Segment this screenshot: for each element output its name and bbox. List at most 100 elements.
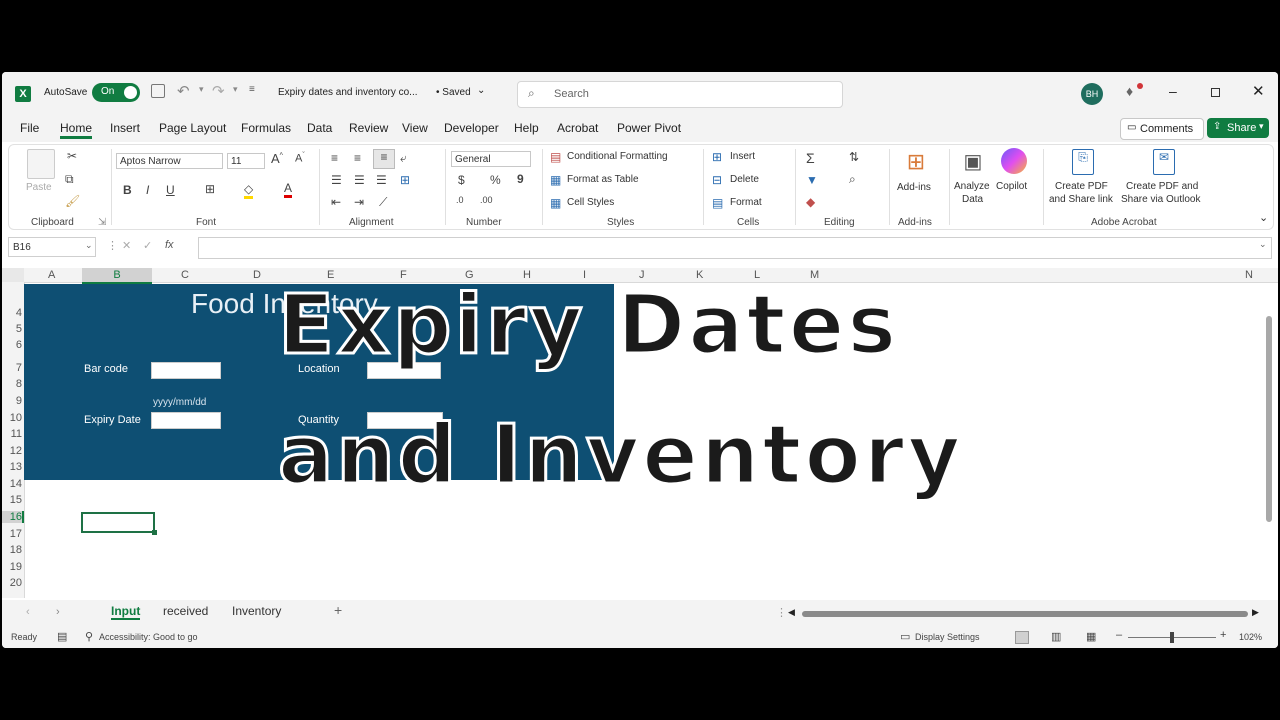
tab-review[interactable]: Review bbox=[349, 121, 388, 135]
insert-cells-icon[interactable]: ⊞ bbox=[712, 150, 722, 164]
tab-developer[interactable]: Developer bbox=[444, 121, 499, 135]
share-button[interactable]: ⇪ Share ▾ bbox=[1207, 118, 1269, 138]
align-middle-icon[interactable]: ≡ bbox=[354, 151, 361, 165]
cell-styles-icon[interactable]: ▦ bbox=[550, 196, 561, 210]
search-box[interactable]: ⌕ Search bbox=[517, 81, 843, 108]
macro-record-icon[interactable]: ▤ bbox=[57, 630, 67, 643]
expiry-date-input[interactable] bbox=[151, 412, 221, 429]
zoom-out-icon[interactable]: – bbox=[1116, 629, 1122, 641]
page-layout-view-icon[interactable]: ▥ bbox=[1051, 630, 1061, 643]
analyze-data-icon[interactable]: ▣ bbox=[960, 149, 986, 175]
create-pdf-share-link-icon[interactable]: ⎘ bbox=[1072, 149, 1094, 175]
percent-icon[interactable]: % bbox=[490, 173, 501, 187]
autosum-icon[interactable]: Σ bbox=[806, 150, 815, 166]
bold-icon[interactable]: B bbox=[123, 183, 132, 197]
page-break-view-icon[interactable]: ▦ bbox=[1086, 630, 1096, 643]
customize-toolbar-icon[interactable]: ≡ bbox=[249, 84, 255, 95]
underline-icon[interactable]: U bbox=[166, 183, 175, 197]
formula-input[interactable] bbox=[198, 237, 1272, 259]
row-header[interactable]: 4 bbox=[2, 307, 22, 319]
orientation-icon[interactable]: ⟋ bbox=[379, 195, 387, 210]
next-sheet-icon[interactable]: › bbox=[56, 606, 60, 618]
currency-icon[interactable]: $ bbox=[458, 173, 465, 187]
insert-function-icon[interactable]: fx bbox=[165, 239, 174, 251]
italic-icon[interactable]: I bbox=[146, 183, 149, 197]
row-header[interactable]: 9 bbox=[2, 395, 22, 407]
avatar[interactable]: BH bbox=[1081, 83, 1103, 105]
row-header[interactable]: 5 bbox=[2, 323, 22, 335]
clear-icon[interactable]: ◆ bbox=[806, 195, 815, 209]
document-title[interactable]: Expiry dates and inventory co... bbox=[278, 87, 418, 98]
format-painter-icon[interactable]: 🖌 bbox=[65, 194, 80, 208]
tab-acrobat[interactable]: Acrobat bbox=[557, 121, 598, 135]
row-header[interactable]: 7 bbox=[2, 362, 22, 374]
row-header[interactable]: 17 bbox=[2, 528, 22, 540]
select-all-corner[interactable] bbox=[2, 268, 24, 282]
row-header[interactable]: 11 bbox=[2, 428, 22, 440]
expand-formula-icon[interactable]: ⌄ bbox=[1259, 239, 1267, 250]
cancel-entry-icon[interactable]: ✕ bbox=[122, 239, 131, 252]
copy-icon[interactable]: ⧉ bbox=[65, 172, 74, 187]
confirm-entry-icon[interactable]: ✓ bbox=[143, 239, 152, 252]
tab-view[interactable]: View bbox=[402, 121, 428, 135]
number-format-select[interactable]: General bbox=[451, 151, 531, 167]
tab-file[interactable]: File bbox=[20, 121, 39, 135]
delete-cells-icon[interactable]: ⊟ bbox=[712, 173, 722, 187]
more-sheets-icon[interactable]: ⋮ bbox=[776, 606, 787, 619]
save-icon[interactable] bbox=[151, 84, 165, 98]
tab-data[interactable]: Data bbox=[307, 121, 332, 135]
bar-code-input[interactable] bbox=[151, 362, 221, 379]
tab-page-layout[interactable]: Page Layout bbox=[159, 121, 226, 135]
create-pdf-link-line1[interactable]: Create PDF bbox=[1055, 181, 1108, 192]
decrease-decimal-icon[interactable]: .00 bbox=[480, 195, 493, 205]
copilot-diamond-icon[interactable]: ♦ bbox=[1126, 83, 1133, 99]
autosave-toggle[interactable]: On bbox=[92, 83, 140, 102]
create-pdf-outlook-line1[interactable]: Create PDF and bbox=[1126, 181, 1198, 192]
sheet-tab-input[interactable]: Input bbox=[111, 604, 141, 620]
zoom-slider-thumb[interactable] bbox=[1170, 632, 1174, 643]
paste-icon[interactable] bbox=[27, 149, 55, 179]
increase-font-icon[interactable]: A^ bbox=[271, 151, 283, 166]
cut-icon[interactable]: ✂ bbox=[67, 149, 77, 163]
accessibility-icon[interactable]: ⚲ bbox=[85, 630, 93, 643]
add-ins-icon[interactable]: ⊞ bbox=[903, 149, 929, 175]
add-ins-button[interactable]: Add-ins bbox=[897, 182, 931, 193]
cell-styles-button[interactable]: Cell Styles bbox=[567, 197, 614, 208]
column-header[interactable]: A bbox=[48, 268, 55, 282]
column-header[interactable]: D bbox=[253, 268, 261, 282]
create-pdf-outlook-icon[interactable]: ✉ bbox=[1153, 149, 1175, 175]
comma-style-icon[interactable]: 9 bbox=[517, 172, 524, 186]
scroll-right-icon[interactable]: ▶ bbox=[1252, 607, 1259, 618]
align-right-icon[interactable]: ☰ bbox=[376, 173, 387, 187]
horizontal-scrollbar[interactable]: ◀ ▶ bbox=[788, 607, 1262, 618]
normal-view-icon[interactable] bbox=[1015, 631, 1029, 644]
format-as-table-button[interactable]: Format as Table bbox=[567, 174, 639, 185]
row-header[interactable]: 14 bbox=[2, 478, 22, 490]
undo-dropdown-icon[interactable]: ▾ bbox=[199, 84, 204, 95]
add-sheet-icon[interactable]: + bbox=[334, 602, 342, 618]
font-color-icon[interactable]: A bbox=[284, 181, 293, 198]
analyze-data-line2[interactable]: Data bbox=[962, 194, 983, 205]
row-header[interactable]: 15 bbox=[2, 494, 22, 506]
dialog-launcher-icon[interactable]: ⇲ bbox=[98, 217, 106, 228]
vertical-scrollbar[interactable] bbox=[1264, 284, 1274, 596]
tab-help[interactable]: Help bbox=[514, 121, 539, 135]
vertical-scroll-thumb[interactable] bbox=[1266, 316, 1272, 522]
horizontal-scroll-thumb[interactable] bbox=[802, 611, 1248, 617]
create-pdf-link-line2[interactable]: and Share link bbox=[1049, 194, 1113, 205]
create-pdf-outlook-line2[interactable]: Share via Outlook bbox=[1121, 194, 1201, 205]
copilot-icon[interactable] bbox=[1001, 148, 1027, 174]
fill-color-icon[interactable]: ◇ bbox=[244, 182, 254, 199]
zoom-level[interactable]: 102% bbox=[1239, 632, 1262, 642]
display-settings-button[interactable]: Display Settings bbox=[915, 632, 980, 642]
saved-status[interactable]: • Saved bbox=[436, 87, 471, 98]
increase-indent-icon[interactable]: ⇥ bbox=[354, 195, 364, 209]
row-header[interactable]: 8 bbox=[2, 378, 22, 390]
format-as-table-icon[interactable]: ▦ bbox=[550, 173, 561, 187]
decrease-indent-icon[interactable]: ⇤ bbox=[331, 195, 341, 209]
row-header[interactable]: 12 bbox=[2, 445, 22, 457]
prev-sheet-icon[interactable]: ‹ bbox=[26, 606, 30, 618]
column-header-selected[interactable]: B bbox=[82, 268, 152, 284]
tab-formulas[interactable]: Formulas bbox=[241, 121, 291, 135]
merge-center-icon[interactable]: ⊞ bbox=[400, 173, 410, 187]
